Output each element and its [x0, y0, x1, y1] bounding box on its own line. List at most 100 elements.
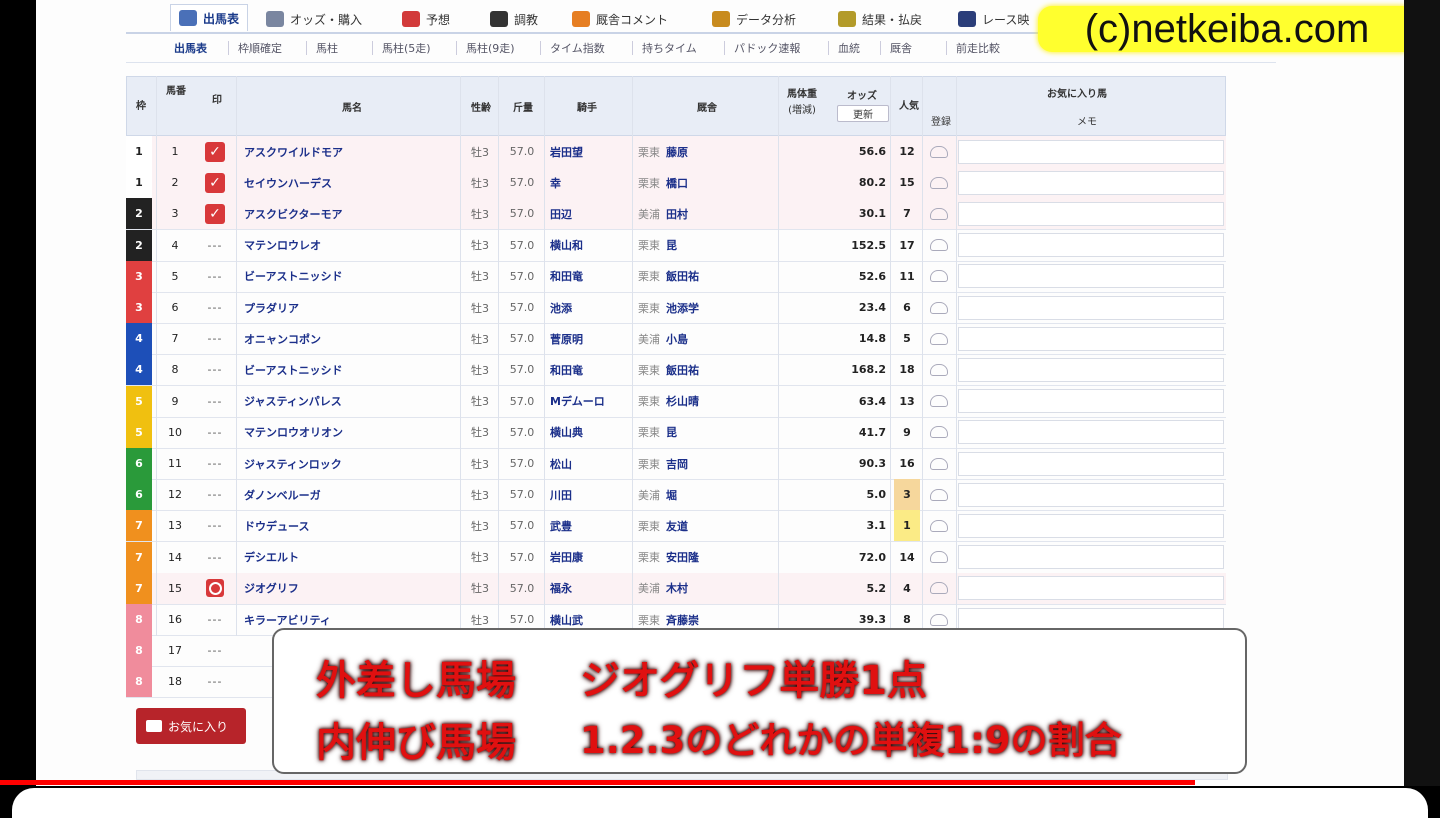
mark-empty[interactable]: --- — [208, 363, 223, 376]
header-weight[interactable]: 斤量 — [503, 99, 543, 114]
jockey-link[interactable]: 池添 — [550, 292, 628, 323]
horse-name-link[interactable]: デシエルト — [244, 542, 454, 573]
horse-name-link[interactable]: アスクビクターモア — [244, 198, 454, 229]
trainer-link[interactable]: 木村 — [666, 573, 736, 604]
mark-empty[interactable]: --- — [208, 488, 223, 501]
horse-name-link[interactable]: ビーアストニッシド — [244, 261, 454, 292]
favorite-toggle[interactable] — [924, 167, 954, 198]
jockey-link[interactable]: 武豊 — [550, 510, 628, 541]
memo-input[interactable] — [958, 139, 1224, 164]
favorite-button[interactable]: お気に入り — [136, 708, 246, 744]
favorite-toggle[interactable] — [924, 323, 954, 354]
mark-cell[interactable]: ✓ — [198, 167, 232, 198]
mark-cell[interactable]: --- — [198, 386, 232, 417]
header-umaban[interactable]: 馬番 — [163, 85, 189, 99]
memo-input[interactable] — [958, 545, 1224, 570]
check-icon[interactable]: ✓ — [205, 172, 225, 193]
memo-input[interactable] — [958, 264, 1224, 289]
horse-name-link[interactable]: アスクワイルドモア — [244, 136, 454, 167]
favorite-icon[interactable] — [930, 582, 948, 595]
mark-empty[interactable]: --- — [208, 675, 223, 688]
horse-name-link[interactable]: ジャスティンロック — [244, 448, 454, 479]
trainer-link[interactable]: 飯田祐 — [666, 261, 736, 292]
memo-input[interactable] — [958, 357, 1224, 382]
mark-cell[interactable]: --- — [198, 448, 232, 479]
subtab-5[interactable]: タイム指数 — [550, 40, 605, 56]
mark-cell[interactable]: --- — [198, 604, 232, 635]
bottom-sheet[interactable] — [12, 788, 1428, 818]
trainer-link[interactable]: 堀 — [666, 479, 736, 510]
horse-name-link[interactable]: ダノンベルーガ — [244, 479, 454, 510]
jockey-link[interactable]: Mデムーロ — [550, 386, 628, 417]
subtab-10[interactable]: 前走比較 — [956, 40, 1000, 56]
favorite-icon[interactable] — [930, 176, 948, 189]
favorite-toggle[interactable] — [924, 510, 954, 541]
mark-empty[interactable]: --- — [208, 239, 223, 252]
subtab-0[interactable]: 出馬表 — [174, 40, 207, 56]
favorite-icon[interactable] — [930, 363, 948, 376]
mark-cell[interactable]: --- — [198, 261, 232, 292]
favorite-icon[interactable] — [930, 457, 948, 470]
mark-empty[interactable]: --- — [208, 551, 223, 564]
trainer-link[interactable]: 飯田祐 — [666, 354, 736, 385]
trainer-link[interactable]: 橋口 — [666, 167, 736, 198]
jockey-link[interactable]: 幸 — [550, 167, 628, 198]
memo-input[interactable] — [958, 389, 1224, 414]
header-popularity[interactable]: 人気 — [897, 97, 921, 112]
horse-name-link[interactable]: マテンロウレオ — [244, 230, 454, 261]
subtab-2[interactable]: 馬柱 — [316, 40, 338, 56]
favorite-toggle[interactable] — [924, 573, 954, 604]
mark-cell[interactable]: ✓ — [198, 136, 232, 167]
subtab-9[interactable]: 厩舎 — [890, 40, 912, 56]
favorite-icon[interactable] — [930, 488, 948, 501]
horse-name-link[interactable]: ドウデュース — [244, 510, 454, 541]
mark-cell[interactable]: --- — [198, 542, 232, 573]
favorite-toggle[interactable] — [924, 292, 954, 323]
jockey-link[interactable]: 川田 — [550, 479, 628, 510]
jockey-link[interactable]: 田辺 — [550, 198, 628, 229]
tab-prediction[interactable]: 予想 — [402, 6, 450, 32]
favorite-toggle[interactable] — [924, 479, 954, 510]
trainer-link[interactable]: 藤原 — [666, 136, 736, 167]
mark-cell[interactable] — [198, 573, 232, 604]
mark-empty[interactable]: --- — [208, 301, 223, 314]
trainer-link[interactable]: 安田隆 — [666, 542, 736, 573]
mark-cell[interactable]: --- — [198, 479, 232, 510]
jockey-link[interactable]: 岩田康 — [550, 542, 628, 573]
memo-input[interactable] — [958, 295, 1224, 320]
favorite-toggle[interactable] — [924, 448, 954, 479]
jockey-link[interactable]: 横山典 — [550, 417, 628, 448]
favorite-icon[interactable] — [930, 332, 948, 345]
jockey-link[interactable]: 福永 — [550, 573, 628, 604]
horse-name-link[interactable]: プラダリア — [244, 292, 454, 323]
mark-cell[interactable]: --- — [198, 510, 232, 541]
trainer-link[interactable]: 杉山晴 — [666, 386, 736, 417]
memo-input[interactable] — [958, 420, 1224, 445]
memo-input[interactable] — [958, 451, 1224, 476]
jockey-link[interactable]: 和田竜 — [550, 261, 628, 292]
header-horse[interactable]: 馬名 — [307, 99, 397, 114]
mark-cell[interactable]: --- — [198, 354, 232, 385]
video-progress-bar[interactable] — [0, 780, 1196, 785]
memo-input[interactable] — [958, 482, 1224, 507]
tab-video[interactable]: レース映 — [958, 6, 1029, 32]
horse-name-link[interactable]: オニャンコポン — [244, 323, 454, 354]
subtab-1[interactable]: 枠順確定 — [238, 40, 282, 56]
memo-input[interactable] — [958, 233, 1224, 258]
odds-update-button[interactable]: 更新 — [837, 105, 889, 122]
subtab-8[interactable]: 血統 — [838, 40, 860, 56]
mark-empty[interactable]: --- — [208, 426, 223, 439]
favorite-icon[interactable] — [930, 426, 948, 439]
favorite-toggle[interactable] — [924, 386, 954, 417]
favorite-toggle[interactable] — [924, 261, 954, 292]
trainer-link[interactable]: 池添学 — [666, 292, 736, 323]
mark-empty[interactable]: --- — [208, 644, 223, 657]
favorite-icon[interactable] — [930, 207, 948, 220]
horse-name-link[interactable]: ジオグリフ — [244, 573, 454, 604]
horse-name-link[interactable]: ビーアストニッシド — [244, 354, 454, 385]
tab-comment[interactable]: 厩舎コメント — [572, 6, 668, 32]
trainer-link[interactable]: 昆 — [666, 417, 736, 448]
trainer-link[interactable]: 吉岡 — [666, 448, 736, 479]
mark-empty[interactable]: --- — [208, 332, 223, 345]
check-icon[interactable]: ✓ — [205, 141, 225, 162]
